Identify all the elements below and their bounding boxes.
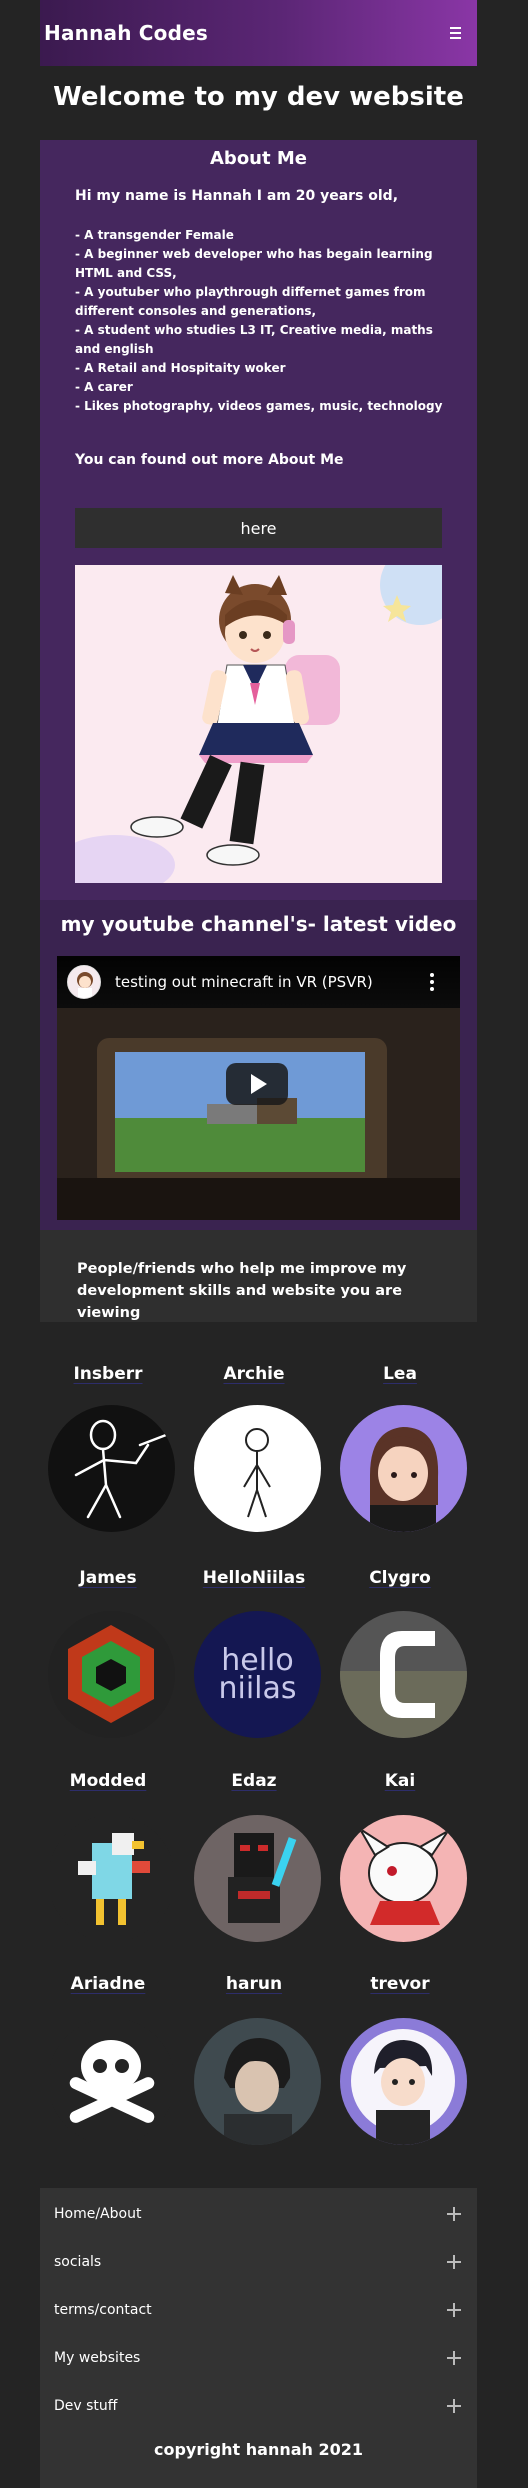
- friend-avatar-lea[interactable]: [340, 1405, 467, 1532]
- friend-name[interactable]: Insberr: [35, 1364, 181, 1384]
- play-button[interactable]: [226, 1063, 288, 1105]
- about-bullet: - A student who studies L3 IT, Creative …: [75, 323, 433, 356]
- video-info-bar: testing out minecraft in VR (PSVR): [57, 956, 460, 1008]
- about-more-text: You can found out more About Me: [75, 452, 344, 468]
- friend-name[interactable]: Clygro: [327, 1568, 473, 1588]
- friend-name[interactable]: Lea: [327, 1364, 473, 1384]
- friend-name[interactable]: Kai: [327, 1771, 473, 1791]
- friend-name[interactable]: James: [35, 1568, 181, 1588]
- friend-avatar-edaz[interactable]: [194, 1815, 321, 1942]
- about-bullet: - Likes photography, videos games, music…: [75, 399, 443, 413]
- footer-item-my-websites[interactable]: My websites: [40, 2338, 477, 2378]
- plus-icon[interactable]: [447, 2255, 461, 2269]
- channel-avatar-icon[interactable]: [67, 965, 101, 999]
- friend-avatar-harun[interactable]: [194, 2018, 321, 2145]
- footer-item-home-about[interactable]: Home/About: [40, 2194, 477, 2234]
- video-title[interactable]: testing out minecraft in VR (PSVR): [115, 973, 373, 991]
- footer-item-label: My websites: [54, 2350, 141, 2366]
- youtube-section-title: my youtube channel's- latest video: [60, 912, 457, 936]
- friend-avatar-kai[interactable]: [340, 1815, 467, 1942]
- friends-intro-text: People/friends who help me improve my de…: [77, 1261, 407, 1321]
- footer-item-label: Home/About: [54, 2206, 142, 2222]
- friend-name[interactable]: harun: [181, 1974, 327, 1994]
- anime-avatar-image: [75, 565, 442, 883]
- page-title: Welcome to my dev website: [53, 82, 464, 112]
- play-icon: [251, 1074, 267, 1094]
- about-title: About Me: [210, 148, 307, 169]
- friend-avatar-archie[interactable]: [194, 1405, 321, 1532]
- friend-avatar-trevor[interactable]: [340, 2018, 467, 2145]
- about-bullet: - A carer: [75, 380, 133, 394]
- friend-name[interactable]: HelloNiilas: [181, 1568, 327, 1588]
- more-options-icon[interactable]: [430, 973, 434, 991]
- friend-avatar-insberr[interactable]: [48, 1405, 175, 1532]
- footer-item-socials[interactable]: socials: [40, 2242, 477, 2282]
- about-here-button[interactable]: here: [75, 508, 442, 548]
- friend-name[interactable]: Edaz: [181, 1771, 327, 1791]
- hamburger-icon[interactable]: [445, 23, 465, 43]
- about-bullet: - A Retail and Hospitaity woker: [75, 361, 286, 375]
- friend-name[interactable]: Modded: [35, 1771, 181, 1791]
- youtube-section: my youtube channel's- latest video testi…: [40, 900, 477, 1230]
- footer-item-label: socials: [54, 2254, 102, 2270]
- top-navbar: Hannah Codes: [40, 0, 477, 66]
- plus-icon[interactable]: [447, 2207, 461, 2221]
- about-bullet: - A transgender Female: [75, 228, 234, 242]
- friend-avatar-clygro[interactable]: [340, 1611, 467, 1738]
- footer-item-label: terms/contact: [54, 2302, 152, 2318]
- site-footer: Home/About socials terms/contact My webs…: [40, 2188, 477, 2488]
- friend-avatar-ariadne[interactable]: [48, 2018, 175, 2145]
- friend-avatar-modded[interactable]: [48, 1815, 175, 1942]
- plus-icon[interactable]: [447, 2399, 461, 2413]
- plus-icon[interactable]: [447, 2351, 461, 2365]
- plus-icon[interactable]: [447, 2303, 461, 2317]
- about-section: About Me Hi my name is Hannah I am 20 ye…: [40, 140, 477, 900]
- friend-name[interactable]: Ariadne: [35, 1974, 181, 1994]
- helloniilas-logo-text: hello niilas: [218, 1643, 297, 1706]
- youtube-embed-player[interactable]: testing out minecraft in VR (PSVR): [57, 956, 460, 1220]
- footer-item-dev-stuff[interactable]: Dev stuff: [40, 2386, 477, 2426]
- footer-item-label: Dev stuff: [54, 2398, 118, 2414]
- video-thumbnail: [57, 1008, 460, 1220]
- copyright-text: copyright hannah 2021: [153, 2440, 364, 2459]
- friends-intro-box: People/friends who help me improve my de…: [40, 1230, 477, 1322]
- friend-avatar-helloniilas[interactable]: hello niilas: [194, 1611, 321, 1738]
- footer-item-terms-contact[interactable]: terms/contact: [40, 2290, 477, 2330]
- friend-avatar-james[interactable]: [48, 1611, 175, 1738]
- about-bullet: - A beginner web developer who has begai…: [75, 247, 433, 280]
- about-bullet: - A youtuber who playthrough differnet g…: [75, 285, 426, 318]
- friend-name[interactable]: Archie: [181, 1364, 327, 1384]
- about-intro: Hi my name is Hannah I am 20 years old,: [75, 188, 399, 204]
- site-brand[interactable]: Hannah Codes: [44, 21, 208, 45]
- about-bullet-list: - A transgender Female - A beginner web …: [75, 226, 445, 416]
- friend-name[interactable]: trevor: [327, 1974, 473, 1994]
